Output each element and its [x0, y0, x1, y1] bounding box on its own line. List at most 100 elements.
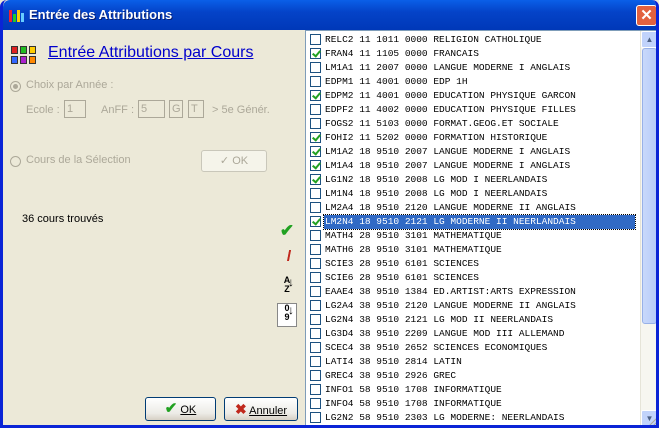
course-checkbox[interactable] [310, 244, 321, 255]
course-row[interactable]: LM1A4 18 9510 2007 LANGUE MODERNE I ANGL… [306, 159, 638, 173]
course-text: SCEC4 38 9510 2652 SCIENCES ECONOMIQUES [325, 342, 548, 353]
selection-ok-button[interactable]: ✓ OK [201, 150, 267, 172]
sort-az-icon[interactable]: AZ ↓ [278, 276, 296, 298]
course-row[interactable]: LM2N4 18 9510 2121 LG MODERNE II NEERLAN… [306, 214, 638, 230]
course-checkbox[interactable] [310, 118, 321, 129]
course-row[interactable]: GREC4 38 9510 2926 GREC [306, 369, 638, 383]
course-checkbox[interactable] [310, 230, 321, 241]
course-row[interactable]: RELC2 11 1011 0000 RELIGION CATHOLIQUE [306, 33, 638, 47]
course-row[interactable]: LM1N4 18 9510 2008 LG MOD I NEERLANDAIS [306, 187, 638, 201]
course-checkbox[interactable] [310, 188, 321, 199]
course-checkbox[interactable] [310, 202, 321, 213]
course-row[interactable]: FRAN4 11 1105 0000 FRANCAIS [306, 47, 638, 61]
cancel-button[interactable]: ✖ Annuler [224, 397, 298, 421]
course-text: LG3D4 38 9510 2209 LANGUE MOD III ALLEMA… [325, 328, 565, 339]
course-checkbox[interactable] [310, 370, 321, 381]
radio-cours-selection[interactable] [10, 156, 21, 167]
course-row[interactable]: FOHI2 11 5202 0000 FORMATION HISTORIQUE [306, 131, 638, 145]
course-row[interactable]: EDPF2 11 4002 0000 EDUCATION PHYSIQUE FI… [306, 103, 638, 117]
course-text: RELC2 11 1011 0000 RELIGION CATHOLIQUE [325, 34, 542, 45]
course-row[interactable]: LG3D4 38 9510 2209 LANGUE MOD III ALLEMA… [306, 327, 638, 341]
course-row[interactable]: SCIE6 28 9510 6101 SCIENCES [306, 271, 638, 285]
cancel-label: Annuler [249, 405, 288, 417]
t-field[interactable]: T [188, 100, 204, 118]
course-checkbox[interactable] [310, 272, 321, 283]
course-text: LATI4 38 9510 2814 LATIN [325, 356, 462, 367]
course-checkbox[interactable] [310, 286, 321, 297]
course-row[interactable]: MATH6 28 9510 3101 MATHEMATIQUE [306, 243, 638, 257]
course-row[interactable]: FOGS2 11 5103 0000 FORMAT.GEOG.ET SOCIAL… [306, 117, 638, 131]
scroll-up-button[interactable]: ▲ [641, 31, 656, 48]
course-checkbox[interactable] [310, 328, 321, 339]
ok-button[interactable]: ✔ OK [145, 397, 216, 421]
course-checkbox[interactable] [310, 146, 321, 157]
check-all-icon[interactable]: ✔ [278, 222, 296, 240]
course-text: LG2A4 38 9510 2120 LANGUE MODERNE II ANG… [325, 300, 576, 311]
course-row[interactable]: LATI4 38 9510 2814 LATIN [306, 355, 638, 369]
close-button[interactable]: ✕ [636, 5, 656, 26]
course-row[interactable]: LM2A4 18 9510 2120 LANGUE MODERNE II ANG… [306, 201, 638, 215]
course-row[interactable]: EDPM1 11 4001 0000 EDP 1H [306, 75, 638, 89]
result-count: 36 cours trouvés [22, 213, 104, 225]
dialog-content: Entrée Attributions par Cours Choix par … [6, 30, 659, 428]
title-bar[interactable]: Entrée des Attributions ✕ [3, 0, 656, 30]
ecole-field[interactable]: 1 [64, 100, 86, 118]
course-text: SCIE6 28 9510 6101 SCIENCES [325, 272, 479, 283]
course-row[interactable]: EAAE4 38 9510 1384 ED.ARTIST:ARTS EXPRES… [306, 285, 638, 299]
course-checkbox[interactable] [310, 398, 321, 409]
course-row[interactable]: LG2N2 58 9510 2303 LG MODERNE: NEERLANDA… [306, 411, 638, 425]
sort-09-icon[interactable]: 09 ↓ [277, 303, 297, 327]
course-checkbox[interactable] [310, 174, 321, 185]
course-checkbox[interactable] [310, 300, 321, 311]
course-text: LM1A1 11 2007 0000 LANGUE MODERNE I ANGL… [325, 62, 571, 73]
course-text: LM1A2 18 9510 2007 LANGUE MODERNE I ANGL… [325, 146, 571, 157]
course-text: LM2A4 18 9510 2120 LANGUE MODERNE II ANG… [325, 202, 576, 213]
course-checkbox[interactable] [310, 216, 321, 227]
course-checkbox[interactable] [310, 62, 321, 73]
course-row[interactable]: MATH4 28 9510 3101 MATHEMATIQUE [306, 229, 638, 243]
course-row[interactable]: LG2A4 38 9510 2120 LANGUE MODERNE II ANG… [306, 299, 638, 313]
course-row[interactable]: EDPM2 11 4001 0000 EDUCATION PHYSIQUE GA… [306, 89, 638, 103]
course-checkbox[interactable] [310, 412, 321, 423]
course-text: EDPF2 11 4002 0000 EDUCATION PHYSIQUE FI… [325, 104, 576, 115]
page-title[interactable]: Entrée Attributions par Cours [48, 44, 253, 62]
course-list[interactable]: RELC2 11 1011 0000 RELIGION CATHOLIQUE FR… [305, 30, 656, 425]
course-checkbox[interactable] [310, 384, 321, 395]
course-checkbox[interactable] [310, 132, 321, 143]
course-text: LM1N4 18 9510 2008 LG MOD I NEERLANDAIS [325, 188, 548, 199]
course-checkbox[interactable] [310, 34, 321, 45]
course-text: FOHI2 11 5202 0000 FORMATION HISTORIQUE [325, 132, 548, 143]
dialog-window: Entrée des Attributions ✕ Entrée Attribu… [0, 0, 659, 428]
course-checkbox[interactable] [310, 48, 321, 59]
course-checkbox[interactable] [310, 342, 321, 353]
anff-field[interactable]: 5 [138, 100, 165, 118]
course-text: MATH6 28 9510 3101 MATHEMATIQUE [325, 244, 502, 255]
course-row[interactable]: SCIE3 28 9510 6101 SCIENCES [306, 257, 638, 271]
course-text: LG2N2 58 9510 2303 LG MODERNE: NEERLANDA… [325, 412, 565, 423]
course-checkbox[interactable] [310, 160, 321, 171]
course-checkbox[interactable] [310, 314, 321, 325]
course-row[interactable]: INFO4 58 9510 1708 INFORMATIQUE [306, 397, 638, 411]
anff-label: AnFF : [101, 104, 135, 116]
course-row[interactable]: LM1A1 11 2007 0000 LANGUE MODERNE I ANGL… [306, 61, 638, 75]
course-text: LM1A4 18 9510 2007 LANGUE MODERNE I ANGL… [325, 160, 571, 171]
course-row[interactable]: LM1A2 18 9510 2007 LANGUE MODERNE I ANGL… [306, 145, 638, 159]
course-checkbox[interactable] [310, 258, 321, 269]
vertical-scrollbar[interactable]: ▲ ▼ [640, 31, 656, 425]
resize-grip-icon[interactable] [645, 414, 659, 428]
scroll-thumb[interactable] [642, 48, 656, 324]
uncheck-all-icon[interactable]: // [278, 248, 296, 266]
course-text: LG2N4 38 9510 2121 LG MOD II NEERLANDAIS [325, 314, 554, 325]
course-row[interactable]: LG2N4 38 9510 2121 LG MOD II NEERLANDAIS [306, 313, 638, 327]
app-icon [9, 8, 25, 22]
course-row[interactable]: INFO1 58 9510 1708 INFORMATIQUE [306, 383, 638, 397]
course-row[interactable]: SCEC4 38 9510 2652 SCIENCES ECONOMIQUES [306, 341, 638, 355]
radio-choix-annee[interactable] [10, 81, 21, 92]
g-field[interactable]: G [169, 100, 183, 118]
course-row[interactable]: LG1N2 18 9510 2008 LG MOD I NEERLANDAIS [306, 173, 638, 187]
course-checkbox[interactable] [310, 356, 321, 367]
course-checkbox[interactable] [310, 90, 321, 101]
course-checkbox[interactable] [310, 76, 321, 87]
selection-ok-label: OK [232, 155, 249, 167]
course-checkbox[interactable] [310, 104, 321, 115]
